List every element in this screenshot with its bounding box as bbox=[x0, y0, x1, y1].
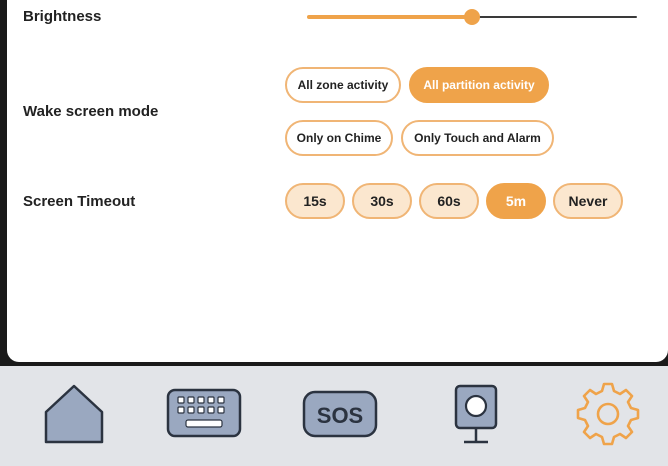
brightness-label: Brightness bbox=[23, 8, 102, 25]
timeout-option[interactable]: 15s bbox=[285, 183, 345, 219]
screen-timeout-label: Screen Timeout bbox=[23, 193, 136, 210]
wake-mode-option[interactable]: Only on Chime bbox=[285, 120, 393, 156]
wake-screen-mode-label: Wake screen mode bbox=[23, 103, 159, 120]
timeout-option[interactable]: 60s bbox=[419, 183, 479, 219]
wake-mode-option[interactable]: Only Touch and Alarm bbox=[401, 120, 554, 156]
home-icon bbox=[44, 384, 104, 444]
wake-mode-option[interactable]: All partition activity bbox=[409, 67, 549, 103]
sos-label: SOS bbox=[317, 403, 363, 428]
brightness-slider-thumb[interactable] bbox=[464, 9, 480, 25]
settings-gear-icon bbox=[576, 382, 640, 446]
sos-icon: SOS bbox=[302, 390, 378, 438]
nav-sos-button[interactable]: SOS bbox=[277, 366, 397, 466]
brightness-slider-track[interactable] bbox=[472, 16, 637, 18]
timeout-option[interactable]: 30s bbox=[352, 183, 412, 219]
settings-panel: Brightness Wake screen mode All zone act… bbox=[7, 0, 668, 362]
timeout-option[interactable]: Never bbox=[553, 183, 623, 219]
brightness-slider-fill bbox=[307, 15, 472, 19]
nav-home-button[interactable] bbox=[14, 366, 134, 466]
wake-mode-option[interactable]: All zone activity bbox=[285, 67, 401, 103]
keypad-icon bbox=[166, 388, 242, 438]
nav-keypad-button[interactable] bbox=[144, 366, 264, 466]
nav-settings-button[interactable] bbox=[548, 366, 668, 466]
camera-icon bbox=[454, 384, 498, 444]
bottom-navigation-bar: SOS bbox=[0, 366, 668, 466]
timeout-option[interactable]: 5m bbox=[486, 183, 546, 219]
nav-camera-button[interactable] bbox=[416, 366, 536, 466]
